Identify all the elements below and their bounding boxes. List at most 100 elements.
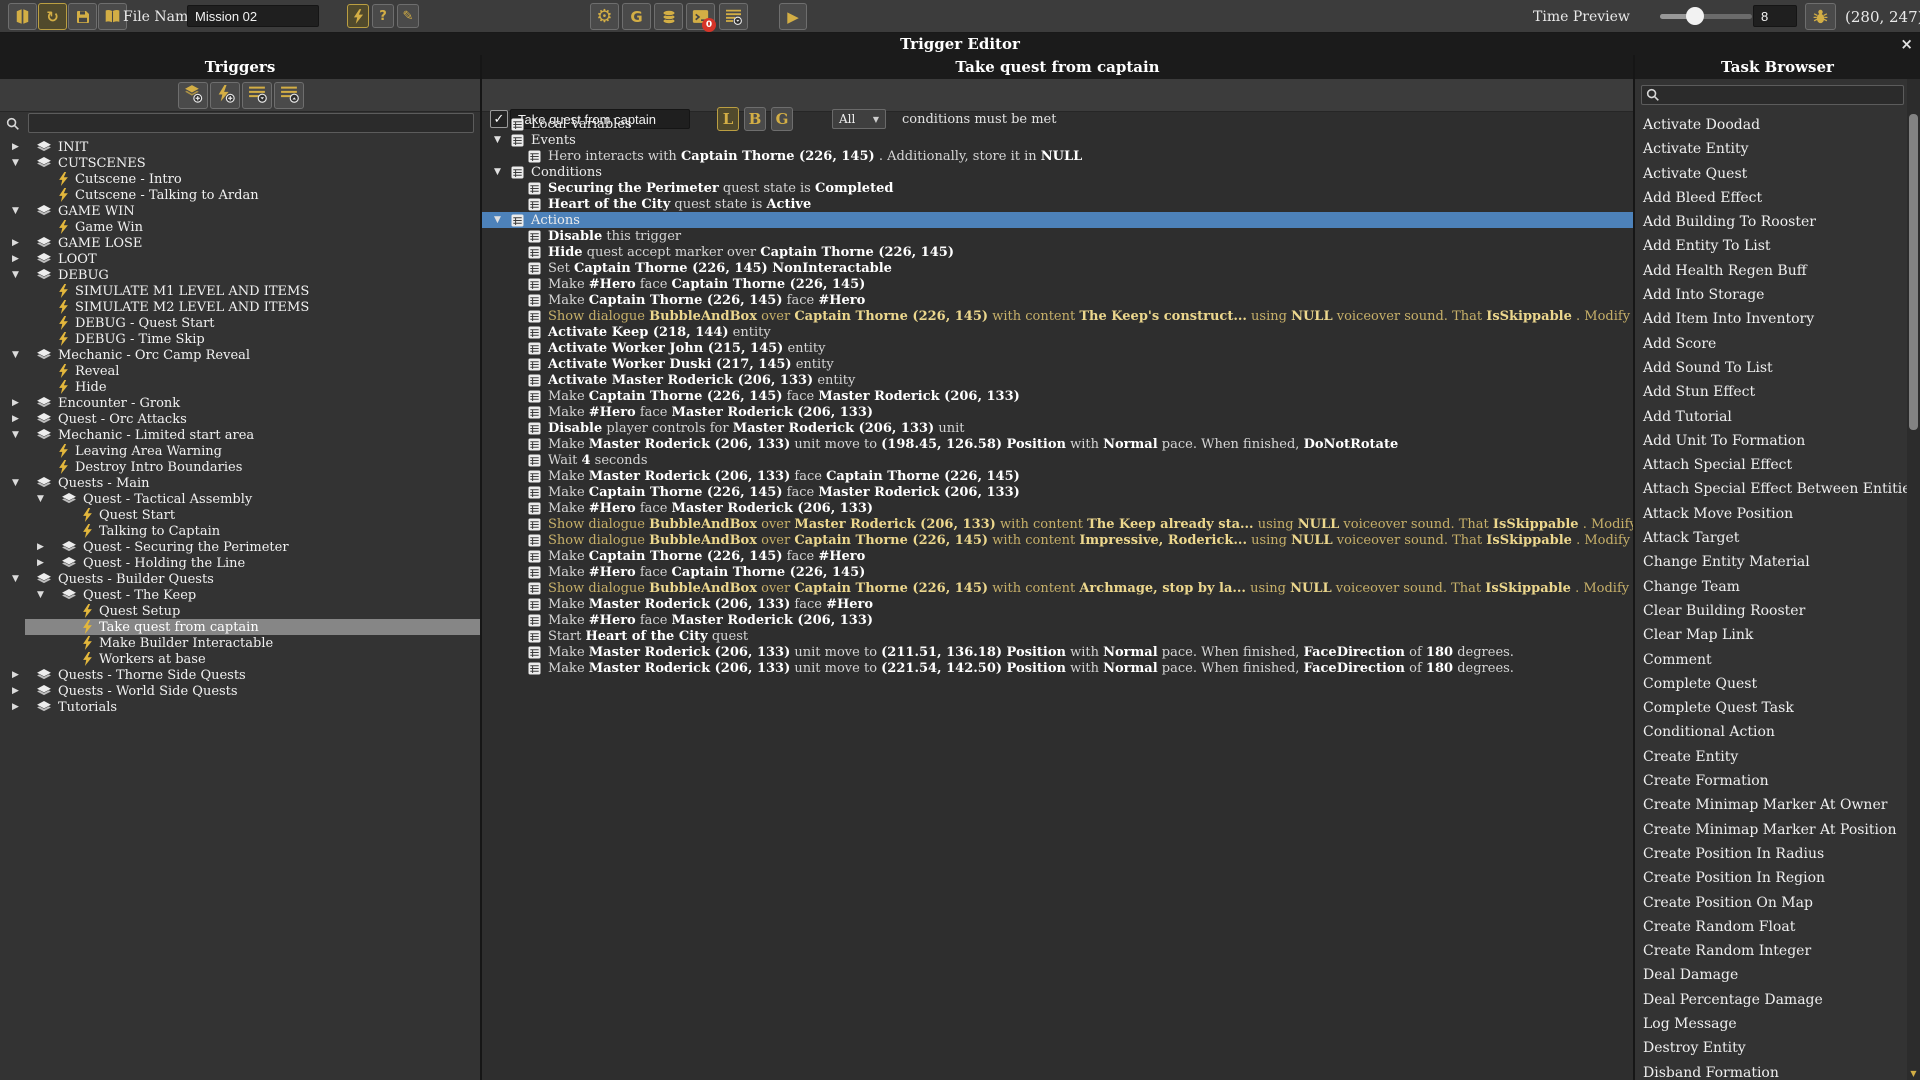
task-scrollbar-thumb[interactable]	[1909, 114, 1918, 430]
task-scrollbar[interactable]: ▼	[1907, 79, 1920, 1080]
task-item[interactable]: Add Unit To Formation	[1635, 429, 1907, 453]
tree-item-trigger[interactable]: Quest Setup	[0, 603, 480, 619]
reload-button[interactable]: ↻	[38, 3, 67, 30]
task-item[interactable]: Create Minimap Marker At Owner	[1635, 793, 1907, 817]
editor-action-row[interactable]: Show dialogue BubbleAndBox over Master R…	[482, 516, 1633, 532]
editor-action-row[interactable]: Make #Hero face Master Roderick (206, 13…	[482, 404, 1633, 420]
task-item[interactable]: Destroy Entity	[1635, 1036, 1907, 1060]
editor-action-row[interactable]: Hide quest accept marker over Captain Th…	[482, 244, 1633, 260]
tree-item-folder[interactable]: ▼Quest - The Keep	[0, 587, 480, 603]
task-item[interactable]: Attach Special Effect Between Entities	[1635, 477, 1907, 501]
editor-action-row[interactable]: Activate Master Roderick (206, 133) enti…	[482, 372, 1633, 388]
task-item[interactable]: Create Formation	[1635, 769, 1907, 793]
chevron-right-icon[interactable]: ▶	[12, 398, 26, 408]
task-item[interactable]: Clear Building Rooster	[1635, 599, 1907, 623]
editor-action-row[interactable]: Make #Hero face Captain Thorne (226, 145…	[482, 564, 1633, 580]
chevron-down-icon[interactable]: ▼	[12, 478, 26, 488]
task-item[interactable]: Clear Map Link	[1635, 623, 1907, 647]
editor-action-row[interactable]: Make Captain Thorne (226, 145) face #Her…	[482, 548, 1633, 564]
tree-item-folder[interactable]: ▼CUTSCENES	[0, 155, 480, 171]
task-item[interactable]: Add Into Storage	[1635, 283, 1907, 307]
task-item[interactable]: Add Sound To List	[1635, 356, 1907, 380]
task-item[interactable]: Change Team	[1635, 575, 1907, 599]
tree-item-folder[interactable]: ▼Quests - Main	[0, 475, 480, 491]
trigger-search-input[interactable]	[28, 113, 474, 133]
editor-action-row[interactable]: Make #Hero face Master Roderick (206, 13…	[482, 612, 1633, 628]
chevron-right-icon[interactable]: ▶	[12, 670, 26, 680]
collapse-all-button[interactable]	[242, 82, 272, 109]
file-name-input[interactable]	[187, 5, 319, 27]
tree-item-folder[interactable]: ▶Quests - Thorne Side Quests	[0, 667, 480, 683]
chevron-down-icon[interactable]: ▼	[12, 430, 26, 440]
task-item[interactable]: Create Position On Map	[1635, 891, 1907, 915]
task-item[interactable]: Complete Quest Task	[1635, 696, 1907, 720]
chevron-down-icon[interactable]: ▼	[12, 158, 26, 168]
editor-action-row[interactable]: Disable player controls for Master Roder…	[482, 420, 1633, 436]
tree-item-folder[interactable]: ▼DEBUG	[0, 267, 480, 283]
editor-action-row[interactable]: Make Master Roderick (206, 133) unit mov…	[482, 660, 1633, 676]
editor-action-row[interactable]: Make #Hero face Captain Thorne (226, 145…	[482, 276, 1633, 292]
tree-item-folder[interactable]: ▼GAME WIN	[0, 203, 480, 219]
editor-action-row[interactable]: Make Captain Thorne (226, 145) face Mast…	[482, 484, 1633, 500]
chevron-right-icon[interactable]: ▶	[37, 542, 51, 552]
task-item[interactable]: Conditional Action	[1635, 720, 1907, 744]
chevron-right-icon[interactable]: ▶	[12, 254, 26, 264]
tree-item-trigger[interactable]: Workers at base	[0, 651, 480, 667]
tree-item-folder[interactable]: ▶INIT	[0, 139, 480, 155]
editor-action-row[interactable]: Make Captain Thorne (226, 145) face #Her…	[482, 292, 1633, 308]
task-item[interactable]: Add Building To Rooster	[1635, 210, 1907, 234]
task-item[interactable]: Add Bleed Effect	[1635, 186, 1907, 210]
chevron-right-icon[interactable]: ▶	[12, 238, 26, 248]
play-button[interactable]: ▶	[779, 3, 807, 30]
editor-action-row[interactable]: Disable this trigger	[482, 228, 1633, 244]
tree-item-folder[interactable]: ▶GAME LOSE	[0, 235, 480, 251]
editor-section-row[interactable]: Local Variables	[482, 116, 1633, 132]
editor-action-row[interactable]: Hero interacts with Captain Thorne (226,…	[482, 148, 1633, 164]
tree-item-trigger[interactable]: Quest Start	[0, 507, 480, 523]
editor-action-row[interactable]: Make Master Roderick (206, 133) unit mov…	[482, 436, 1633, 452]
editor-section-row[interactable]: ▼Conditions	[482, 164, 1633, 180]
task-item[interactable]: Complete Quest	[1635, 672, 1907, 696]
editor-section-row[interactable]: ▼Events	[482, 132, 1633, 148]
time-preview-input[interactable]	[1753, 5, 1797, 27]
tree-item-trigger[interactable]: SIMULATE M1 LEVEL AND ITEMS	[0, 283, 480, 299]
task-item[interactable]: Create Random Float	[1635, 915, 1907, 939]
tree-item-trigger[interactable]: Make Builder Interactable	[0, 635, 480, 651]
task-item[interactable]: Add Health Regen Buff	[1635, 259, 1907, 283]
triggers-mode-button[interactable]	[347, 4, 369, 28]
task-item[interactable]: Deal Percentage Damage	[1635, 988, 1907, 1012]
task-item[interactable]: Create Minimap Marker At Position	[1635, 818, 1907, 842]
tree-item-folder[interactable]: ▶Tutorials	[0, 699, 480, 715]
task-item[interactable]: Attack Target	[1635, 526, 1907, 550]
task-item[interactable]: Add Tutorial	[1635, 405, 1907, 429]
chevron-right-icon[interactable]: ▶	[12, 142, 26, 152]
scroll-down-icon[interactable]: ▼	[1907, 1069, 1920, 1078]
task-item[interactable]: Activate Doodad	[1635, 113, 1907, 137]
task-item[interactable]: Deal Damage	[1635, 963, 1907, 987]
task-item[interactable]: Activate Entity	[1635, 137, 1907, 161]
chevron-right-icon[interactable]: ▶	[12, 702, 26, 712]
debug-button[interactable]	[1805, 3, 1836, 30]
tree-item-trigger[interactable]: Take quest from captain	[0, 619, 480, 635]
tree-item-trigger[interactable]: Cutscene - Talking to Ardan	[0, 187, 480, 203]
tree-item-trigger[interactable]: DEBUG - Quest Start	[0, 315, 480, 331]
editor-action-row[interactable]: Make Master Roderick (206, 133) face Cap…	[482, 468, 1633, 484]
editor-action-row[interactable]: Make #Hero face Master Roderick (206, 13…	[482, 500, 1633, 516]
editor-action-row[interactable]: Activate Worker Duski (217, 145) entity	[482, 356, 1633, 372]
editor-action-row[interactable]: Activate Worker John (215, 145) entity	[482, 340, 1633, 356]
task-item[interactable]: Create Entity	[1635, 745, 1907, 769]
task-item[interactable]: Add Stun Effect	[1635, 380, 1907, 404]
editor-action-row[interactable]: Heart of the City quest state is Active	[482, 196, 1633, 212]
save-button[interactable]	[68, 3, 97, 30]
task-item[interactable]: Add Item Into Inventory	[1635, 307, 1907, 331]
editor-action-row[interactable]: Securing the Perimeter quest state is Co…	[482, 180, 1633, 196]
task-item[interactable]: Add Score	[1635, 332, 1907, 356]
tree-item-folder[interactable]: ▶Quest - Securing the Perimeter	[0, 539, 480, 555]
tree-item-folder[interactable]: ▶Encounter - Gronk	[0, 395, 480, 411]
resources-button[interactable]	[654, 3, 683, 30]
tree-item-trigger[interactable]: Game Win	[0, 219, 480, 235]
doors-button[interactable]	[8, 3, 37, 30]
editor-action-row[interactable]: Start Heart of the City quest	[482, 628, 1633, 644]
tree-item-folder[interactable]: ▶Quest - Holding the Line	[0, 555, 480, 571]
editor-action-row[interactable]: Show dialogue BubbleAndBox over Captain …	[482, 532, 1633, 548]
